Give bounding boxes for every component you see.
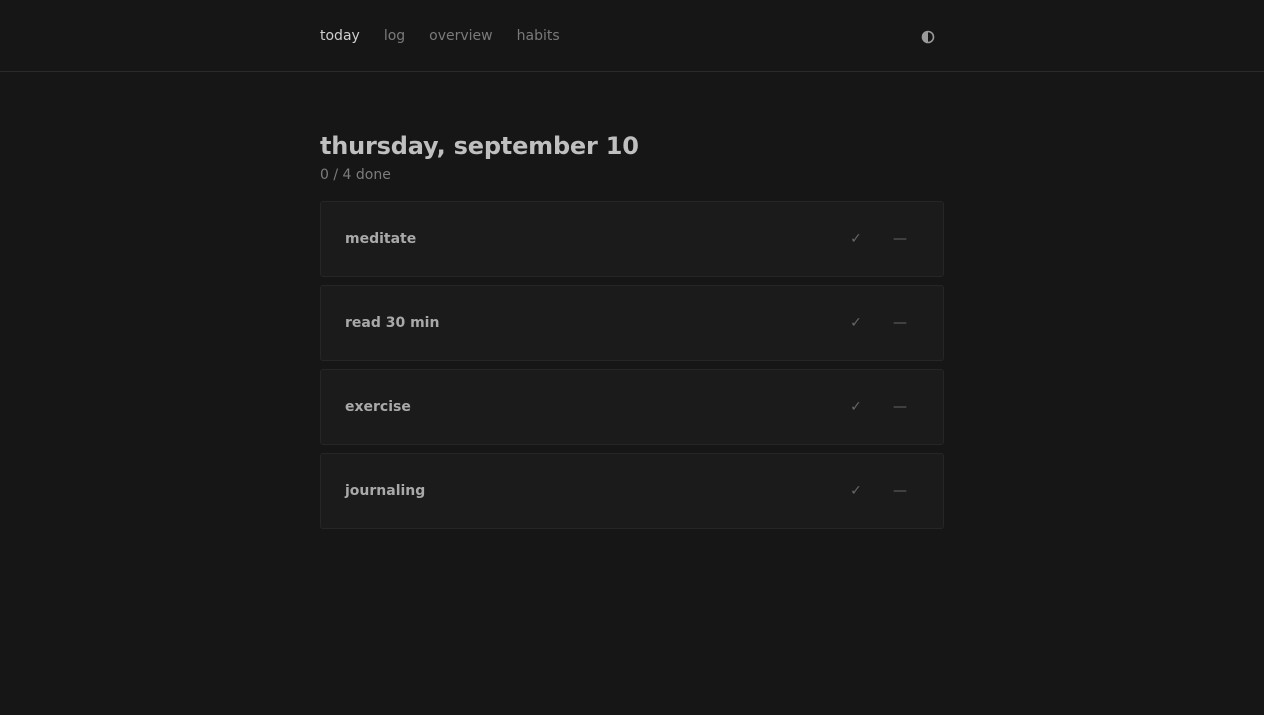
- page-title: thursday, september 10: [320, 132, 639, 160]
- habit-list: meditate ✓ — read 30 min ✓ — exercise ✓ …: [320, 201, 944, 529]
- progress-count: 0 / 4 done: [320, 167, 391, 183]
- mark-done-button[interactable]: ✓: [845, 228, 867, 250]
- skip-button[interactable]: —: [889, 228, 911, 250]
- habit-name: journaling: [345, 483, 426, 499]
- skip-button[interactable]: —: [889, 312, 911, 334]
- habit-card-read: read 30 min ✓ —: [320, 285, 944, 361]
- top-nav-bar: today log overview habits: [0, 0, 1264, 72]
- today-view: thursday, september 10 0 / 4 done medita…: [320, 130, 944, 537]
- skip-button[interactable]: —: [889, 396, 911, 418]
- mark-done-button[interactable]: ✓: [845, 480, 867, 502]
- nav-habits[interactable]: habits: [517, 27, 560, 45]
- mark-done-button[interactable]: ✓: [845, 312, 867, 334]
- habit-name: meditate: [345, 231, 417, 247]
- nav-overview[interactable]: overview: [429, 27, 492, 45]
- skip-button[interactable]: —: [889, 480, 911, 502]
- habit-name: read 30 min: [345, 315, 440, 331]
- nav-log[interactable]: log: [384, 27, 405, 45]
- main-nav: today log overview habits: [320, 27, 584, 45]
- nav-today[interactable]: today: [320, 27, 360, 45]
- mark-done-button[interactable]: ✓: [845, 396, 867, 418]
- theme-toggle-button[interactable]: [921, 29, 935, 44]
- habit-card-journaling: journaling ✓ —: [320, 453, 944, 529]
- habit-card-exercise: exercise ✓ —: [320, 369, 944, 445]
- habit-card-meditate: meditate ✓ —: [320, 201, 944, 277]
- contrast-icon: [921, 30, 935, 44]
- habit-name: exercise: [345, 399, 411, 415]
